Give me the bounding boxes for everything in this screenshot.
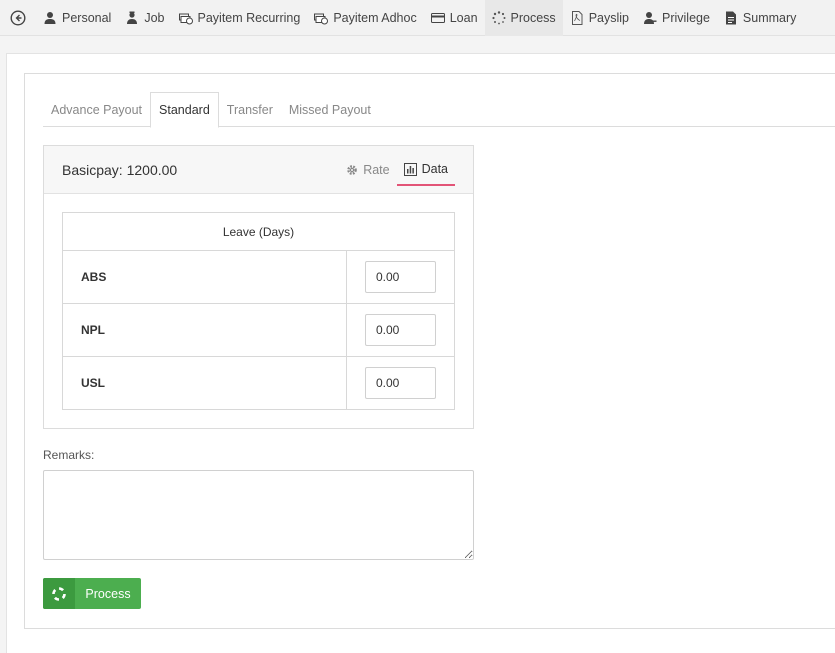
- nav-label: Personal: [62, 10, 112, 25]
- payout-tabs: Advance Payout Standard Transfer Missed …: [43, 92, 835, 128]
- nav-label: Loan: [449, 10, 478, 25]
- row-value-cell: [346, 303, 455, 357]
- person-icon: [43, 11, 57, 25]
- nav-item-personal[interactable]: Personal: [36, 0, 118, 36]
- pdf-icon: [570, 10, 584, 25]
- card-header: Basicpay: 1200.00 Rate Data: [44, 146, 473, 194]
- nav-item-process[interactable]: Process: [484, 0, 563, 36]
- back-button[interactable]: [0, 0, 36, 36]
- nav-item-payitem-recurring[interactable]: Payitem Recurring: [172, 0, 308, 36]
- row-label-usl: USL: [62, 356, 347, 410]
- nav-label: Job: [144, 10, 165, 25]
- nav-item-payitem-adhoc[interactable]: Payitem Adhoc: [307, 0, 423, 36]
- table-row: NPL: [62, 303, 455, 357]
- table-row: ABS: [62, 250, 455, 304]
- tab-advance-payout[interactable]: Advance Payout: [43, 92, 150, 127]
- worker-icon: [125, 11, 139, 25]
- abs-input[interactable]: [365, 261, 436, 293]
- remarks-textarea[interactable]: [43, 470, 474, 560]
- back-arrow-icon: [10, 9, 26, 26]
- nav-item-payslip[interactable]: Payslip: [563, 0, 636, 36]
- table-header-row: Leave (Days): [62, 212, 455, 251]
- basicpay-label: Basicpay: 1200.00: [62, 162, 178, 178]
- top-nav: Personal Job Payitem Recurring Payitem A…: [0, 0, 835, 36]
- subtab-data[interactable]: Data: [396, 154, 455, 186]
- leave-header: Leave (Days): [62, 212, 455, 251]
- nav-label: Summary: [742, 10, 797, 25]
- process-spinner-icon: [43, 578, 75, 609]
- usl-input[interactable]: [365, 367, 436, 399]
- money-icon: [178, 11, 193, 25]
- subtab-rate[interactable]: Rate: [339, 154, 396, 186]
- nav-label: Process: [510, 10, 556, 25]
- row-label-abs: ABS: [62, 250, 347, 304]
- nav-label: Privilege: [661, 10, 710, 25]
- bar-chart-icon: [403, 162, 417, 176]
- tab-transfer[interactable]: Transfer: [219, 92, 281, 127]
- npl-input[interactable]: [365, 314, 436, 346]
- remarks-label: Remarks:: [43, 448, 95, 462]
- subtab-label: Data: [421, 162, 448, 176]
- document-icon: [724, 11, 738, 25]
- nav-item-job[interactable]: Job: [118, 0, 171, 36]
- gear-icon: [346, 164, 358, 176]
- spinner-icon: [491, 10, 506, 25]
- card-icon: [430, 11, 445, 25]
- process-button-label: Process: [85, 586, 131, 601]
- nav-item-privilege[interactable]: Privilege: [636, 0, 717, 36]
- tab-missed-payout[interactable]: Missed Payout: [281, 92, 379, 127]
- nav-label: Payslip: [588, 10, 629, 25]
- subtab-label: Rate: [363, 163, 390, 177]
- leave-table: Leave (Days) ABS NPL USL: [62, 212, 455, 410]
- standard-card: Basicpay: 1200.00 Rate Data Leave (Days)…: [43, 145, 474, 429]
- nav-item-summary[interactable]: Summary: [717, 0, 803, 36]
- nav-item-loan[interactable]: Loan: [424, 0, 485, 36]
- row-value-cell: [346, 250, 455, 304]
- user-key-icon: [643, 11, 657, 25]
- process-button[interactable]: Process: [43, 578, 141, 609]
- nav-label: Payitem Adhoc: [333, 10, 417, 25]
- row-label-npl: NPL: [62, 303, 347, 357]
- nav-label: Payitem Recurring: [197, 10, 301, 25]
- table-row: USL: [62, 356, 455, 410]
- card-subtabs: Rate Data: [339, 154, 455, 186]
- tab-standard[interactable]: Standard: [150, 92, 219, 128]
- money-icon: [314, 11, 329, 25]
- row-value-cell: [346, 356, 455, 410]
